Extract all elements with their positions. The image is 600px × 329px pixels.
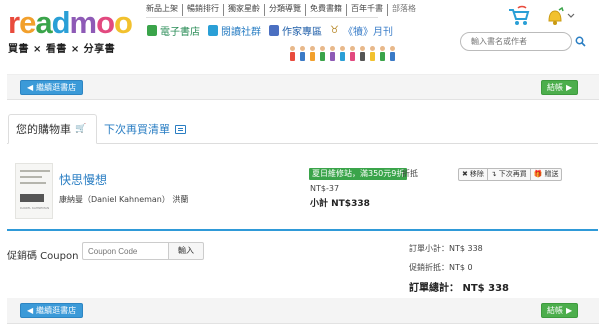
top-nav-hundred[interactable]: 百年千書	[347, 4, 388, 16]
item-actions: ✖ 移除 ↴ 下次再買 🎁 贈送	[458, 168, 563, 181]
coupon-label: 促銷碼 Coupon	[7, 251, 79, 262]
gift-label: 贈送	[544, 170, 559, 178]
shopping-cart-icon[interactable]	[507, 5, 531, 27]
reading-community-icon	[208, 25, 218, 36]
remove-button[interactable]: ✖ 移除	[459, 169, 488, 180]
top-nav-free[interactable]: 免費書籍	[306, 4, 347, 16]
logo-wordmark: readmoo	[8, 5, 133, 40]
category-ebook-store[interactable]: 電子書店	[147, 23, 200, 38]
tab-cart-label: 您的購物車	[16, 123, 71, 136]
search-icon[interactable]	[575, 36, 586, 47]
arrow-left-icon: ◀	[27, 306, 34, 315]
book-title[interactable]: 快思慢想	[59, 171, 107, 188]
move-icon: ↴	[490, 170, 497, 178]
order-total: 訂單總計： NT$ 338	[409, 283, 509, 294]
coupon-input[interactable]	[82, 242, 168, 260]
category-label: 《犢》月刊	[343, 27, 393, 38]
ebook-store-icon	[147, 25, 157, 36]
continue-shopping-button[interactable]: ◀ 繼續逛書店	[20, 303, 84, 318]
tab-later-label: 下次再買清單	[104, 123, 170, 136]
top-nav-new[interactable]: 新品上架	[146, 4, 183, 16]
checkout-button[interactable]: 結帳 ▶	[541, 303, 579, 318]
close-icon: ✖	[462, 170, 468, 178]
top-action-bar: ◀ 繼續逛書店 結帳 ▶	[7, 74, 599, 100]
category-author-zone[interactable]: 作家專區	[269, 23, 322, 38]
coupon-submit-button[interactable]: 輸入	[168, 242, 204, 260]
list-icon	[175, 124, 186, 134]
readmoo-logo[interactable]: readmoo 買書 × 看書 × 分享書	[6, 5, 136, 56]
book-cover[interactable]: DANIEL KAHNEMAN	[15, 163, 53, 219]
arrow-left-icon: ◀	[27, 83, 34, 92]
arrow-right-icon: ▶	[566, 83, 573, 92]
category-nav: 電子書店 閱讀社群 作家專區 ♉ 《犢》月刊	[147, 23, 401, 38]
community-people-illustration	[290, 46, 400, 61]
continue-shopping-label: 繼續逛書店	[36, 83, 77, 92]
category-label: 閱讀社群	[221, 27, 261, 38]
top-nav-divider	[146, 17, 378, 18]
remove-label: 移除	[469, 170, 484, 178]
notification-icon[interactable]	[545, 6, 575, 26]
tab-cart[interactable]: 您的購物車 🛒	[8, 114, 97, 144]
checkout-label: 結帳	[547, 83, 563, 92]
top-nav-bestseller[interactable]: 暢銷排行	[183, 4, 224, 16]
continue-shopping-label: 繼續逛書店	[36, 306, 77, 315]
tab-buy-later[interactable]: 下次再買清單	[104, 114, 186, 144]
search-input[interactable]	[460, 32, 572, 51]
checkout-label: 結帳	[547, 306, 563, 315]
order-discount: 促銷折抵：NT$ 0	[409, 263, 473, 272]
category-label: 作家專區	[282, 27, 322, 38]
discount-label: 折抵	[402, 169, 418, 178]
bottom-action-bar: ◀ 繼續逛書店 結帳 ▶	[7, 298, 599, 324]
order-subtotal: 訂單小計：NT$ 338	[409, 244, 483, 253]
promo-badge[interactable]: 夏日維修站，滿350元9折	[309, 168, 408, 180]
category-monthly[interactable]: ♉ 《犢》月刊	[330, 23, 393, 38]
continue-shopping-button[interactable]: ◀ 繼續逛書店	[20, 80, 84, 95]
gift-icon: 🎁	[533, 170, 543, 178]
item-divider	[7, 229, 598, 231]
item-subtotal: 小計 NT$338	[310, 199, 370, 209]
category-label: 電子書店	[160, 27, 200, 38]
top-nav: 新品上架 暢銷排行 獨家星齡 分類導覽 免費書籍 百年千書 部落格	[146, 4, 420, 16]
buy-later-label: 下次再買	[498, 170, 527, 178]
book-authors: 康納曼（Daniel Kahneman） 洪蘭	[59, 195, 189, 204]
top-nav-categories[interactable]: 分類導覽	[265, 4, 306, 16]
author-zone-icon	[269, 25, 279, 36]
arrow-right-icon: ▶	[566, 306, 573, 315]
buy-later-button[interactable]: ↴ 下次再買	[488, 169, 531, 180]
cart-icon: 🛒	[75, 124, 87, 134]
ox-icon: ♉	[330, 25, 339, 36]
category-reading-community[interactable]: 閱讀社群	[208, 23, 261, 38]
top-nav-blog[interactable]: 部落格	[388, 4, 420, 16]
logo-tagline: 買書 × 看書 × 分享書	[8, 44, 116, 55]
checkout-button[interactable]: 結帳 ▶	[541, 80, 579, 95]
top-nav-exclusive[interactable]: 獨家星齡	[224, 4, 265, 16]
gift-button[interactable]: 🎁 贈送	[531, 169, 562, 180]
discount-value: NT$-37	[310, 184, 340, 193]
